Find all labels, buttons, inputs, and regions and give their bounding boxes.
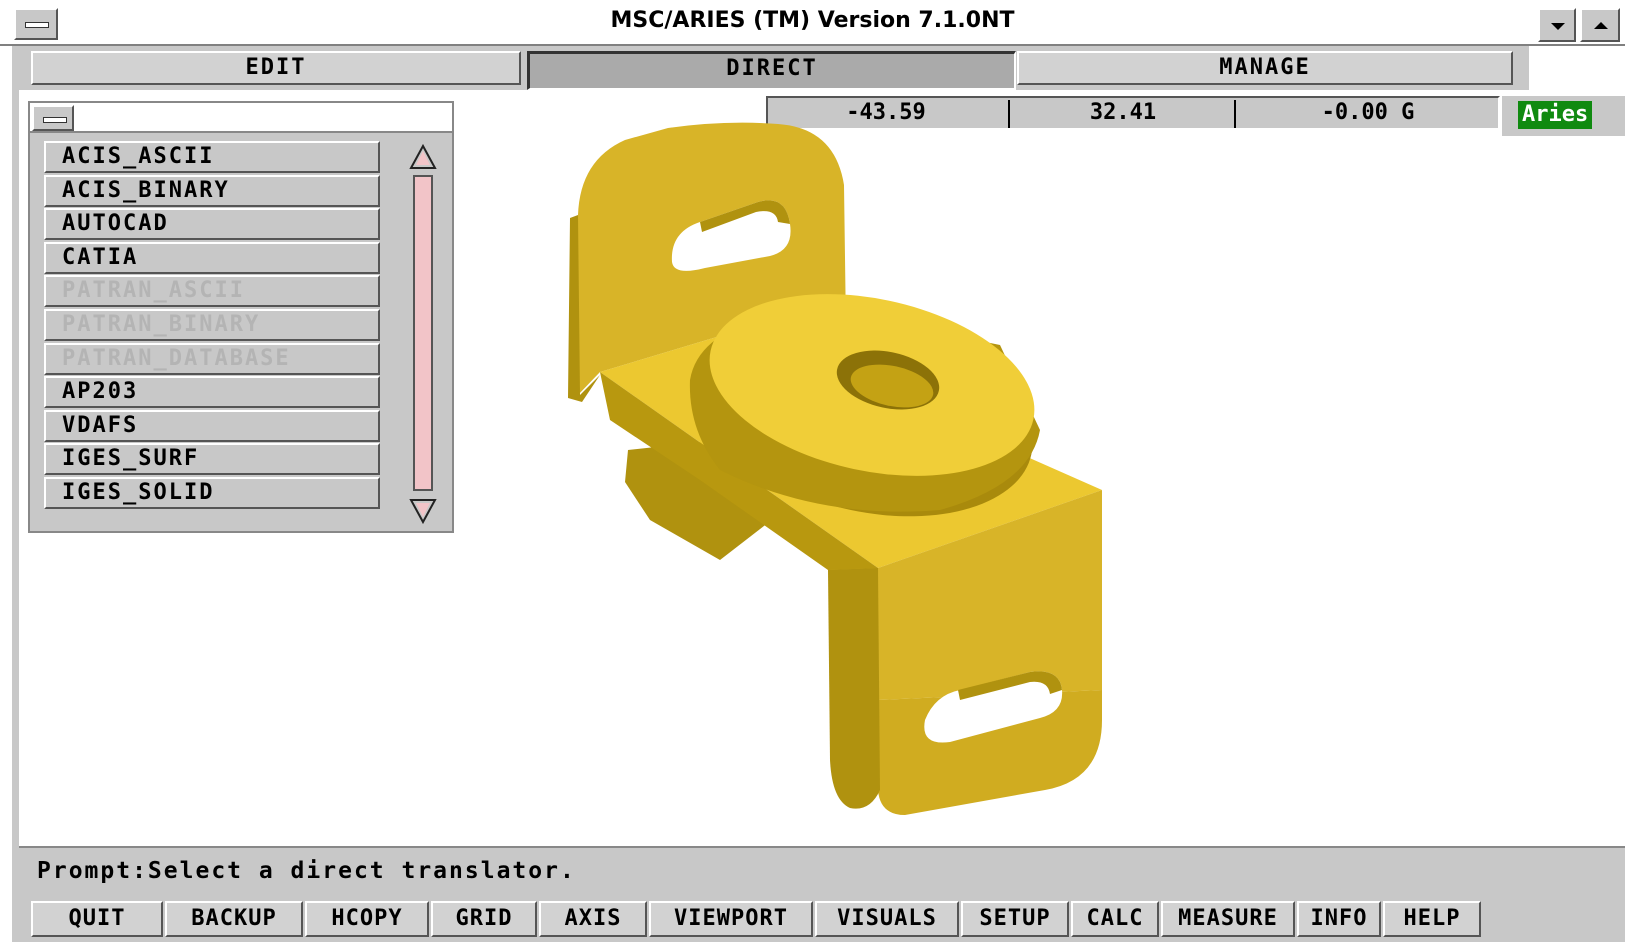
tab-direct[interactable]: DIRECT	[527, 51, 1016, 90]
translator-item-autocad[interactable]: AUTOCAD	[44, 208, 380, 241]
list-system-menu-button[interactable]	[32, 105, 74, 131]
list-scrollbar[interactable]	[401, 137, 445, 529]
measure-button[interactable]: MEASURE	[1161, 901, 1295, 937]
viewport-button[interactable]: VIEWPORT	[649, 901, 813, 937]
translator-item-ap203[interactable]: AP203	[44, 376, 380, 409]
window-frame	[12, 46, 19, 942]
translator-item-acis-ascii[interactable]: ACIS_ASCII	[44, 141, 380, 173]
backup-button[interactable]: BACKUP	[165, 901, 303, 937]
translator-item-patran-binary: PATRAN_BINARY	[44, 309, 380, 341]
minimize-button[interactable]	[1538, 8, 1576, 42]
translator-list-window: ACIS_ASCII ACIS_BINARY AUTOCAD CATIA PATRAN_…	[28, 101, 454, 533]
hcopy-button[interactable]: HCOPY	[305, 901, 429, 937]
translator-item-patran-ascii: PATRAN_ASCII	[44, 275, 380, 308]
maximize-icon	[1594, 22, 1608, 29]
tab-manage[interactable]: MANAGE	[1017, 51, 1513, 85]
prompt-bar: Prompt:Select a direct translator.	[19, 846, 1625, 896]
visuals-button[interactable]: VISUALS	[815, 901, 959, 937]
scroll-up-arrow-icon[interactable]	[409, 143, 437, 171]
aries-badge-area: Aries	[1502, 96, 1625, 136]
scrollbar-track[interactable]	[413, 175, 433, 491]
calc-button[interactable]: CALC	[1071, 901, 1159, 937]
axis-button[interactable]: AXIS	[539, 901, 647, 937]
translator-item-patran-database: PATRAN_DATABASE	[44, 342, 380, 375]
coordinate-separator	[1234, 100, 1236, 128]
list-menu-icon	[43, 117, 67, 123]
translator-item-iges-surf[interactable]: IGES_SURF	[44, 443, 380, 476]
title-bar: MSC/ARIES (TM) Version 7.1.0NT	[0, 0, 1625, 46]
setup-button[interactable]: SETUP	[961, 901, 1069, 937]
translator-item-vdafs[interactable]: VDAFS	[44, 409, 380, 442]
scroll-down-arrow-icon[interactable]	[409, 497, 437, 525]
info-button[interactable]: INFO	[1297, 901, 1381, 937]
translator-item-catia[interactable]: CATIA	[44, 241, 380, 274]
mode-bar: EDIT DIRECT MANAGE	[19, 46, 1529, 90]
aries-badge: Aries	[1518, 101, 1593, 129]
translator-item-acis-binary[interactable]: ACIS_BINARY	[44, 174, 380, 207]
coordinate-z: -0.00 G	[1321, 100, 1415, 125]
minimize-icon	[1551, 23, 1565, 30]
translator-item-iges-solid[interactable]: IGES_SOLID	[44, 477, 380, 509]
viewport-3d-model[interactable]	[540, 118, 1120, 818]
lower-flange-edge	[828, 568, 880, 809]
list-title-bar	[30, 103, 452, 133]
grid-button[interactable]: GRID	[431, 901, 537, 937]
maximize-button[interactable]	[1580, 8, 1620, 42]
quit-button[interactable]: QUIT	[31, 901, 163, 937]
window-title: MSC/ARIES (TM) Version 7.1.0NT	[610, 8, 1015, 33]
help-button[interactable]: HELP	[1383, 901, 1481, 937]
command-bar: QUIT BACKUP HCOPY GRID AXIS VIEWPORT VISUALS SE…	[19, 896, 1625, 942]
prompt-text: Prompt:Select a direct translator.	[37, 858, 576, 884]
tab-edit[interactable]: EDIT	[31, 51, 521, 85]
